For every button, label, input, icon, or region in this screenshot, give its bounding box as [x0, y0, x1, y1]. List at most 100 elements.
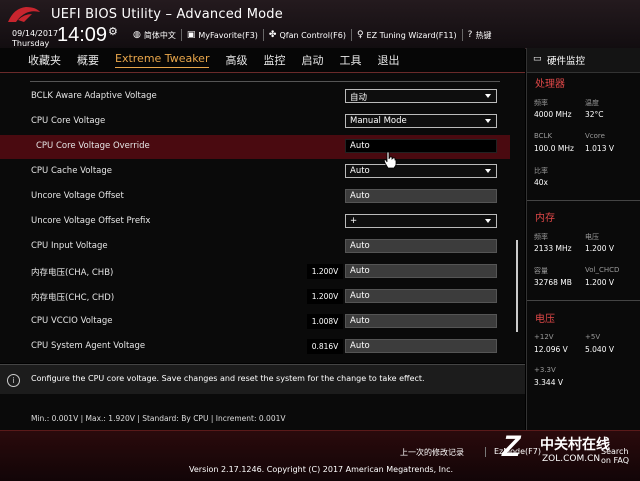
- mem-capacity-value: 32768 MB: [534, 278, 572, 287]
- mem-freq-value: 2133 MHz: [534, 244, 572, 253]
- qfan-label: Qfan Control(F6): [279, 30, 346, 40]
- setting-row[interactable]: Uncore Voltage Offset Auto: [0, 185, 510, 209]
- tab-favorites[interactable]: 收藏夹: [28, 52, 61, 68]
- settings-panel: BCLK Aware Adaptive Voltage 自动 CPU Core …: [0, 73, 525, 363]
- setting-row[interactable]: CPU Core Voltage Manual Mode: [0, 110, 510, 134]
- setting-label: CPU VCCIO Voltage: [31, 316, 113, 326]
- setting-row[interactable]: CPU System Agent Voltage 0.816V Auto: [0, 335, 510, 359]
- setting-input[interactable]: Auto: [345, 314, 497, 328]
- setting-input[interactable]: Auto: [345, 239, 497, 253]
- clock[interactable]: 14:09: [57, 24, 107, 47]
- setting-label: Uncore Voltage Offset Prefix: [31, 216, 151, 226]
- setting-label: 内存电压(CHA, CHB): [31, 268, 114, 278]
- help-icon: ?: [467, 30, 473, 40]
- current-voltage: 1.200V: [307, 264, 343, 279]
- mem-volt-label: 电压: [585, 233, 599, 241]
- setting-label: CPU System Agent Voltage: [31, 341, 146, 351]
- tab-exit[interactable]: 退出: [377, 52, 399, 68]
- memory-heading: 内存: [535, 213, 555, 224]
- vcore-label: Vcore: [585, 132, 605, 140]
- v12-value: 12.096 V: [534, 345, 568, 354]
- setting-input[interactable]: Auto: [345, 264, 497, 278]
- v5-value: 5.040 V: [585, 345, 614, 354]
- tab-advanced[interactable]: 高级: [225, 52, 247, 68]
- v33-value: 3.344 V: [534, 378, 563, 387]
- top-bar: UEFI BIOS Utility – Advanced Mode 09/14/…: [0, 0, 640, 49]
- limits-text: Min.: 0.001V | Max.: 1.920V | Standard: …: [31, 414, 286, 423]
- cpu-temp-label: 温度: [585, 99, 599, 107]
- setting-input[interactable]: Auto: [345, 139, 497, 153]
- setting-row[interactable]: Uncore Voltage Offset Prefix +: [0, 210, 510, 234]
- tab-main[interactable]: 概要: [77, 52, 99, 68]
- date-text: 09/14/2017: [12, 29, 59, 38]
- tab-extreme-tweaker[interactable]: Extreme Tweaker: [115, 52, 210, 68]
- tab-boot[interactable]: 启动: [301, 52, 323, 68]
- main-menu: 收藏夹 概要 Extreme Tweaker 高级 监控 启动 工具 退出: [0, 48, 525, 73]
- divider: [30, 81, 500, 82]
- setting-row[interactable]: BCLK Aware Adaptive Voltage 自动: [0, 85, 510, 109]
- setting-select[interactable]: Auto: [345, 164, 497, 178]
- current-voltage: 0.816V: [307, 339, 343, 354]
- language-button[interactable]: ◍ 简体中文: [128, 29, 181, 41]
- date-display: 09/14/2017 Thursday: [12, 29, 58, 49]
- version-text: Version 2.17.1246. Copyright (C) 2017 Am…: [189, 465, 454, 474]
- info-icon: i: [7, 374, 20, 387]
- hand-cursor-icon: [383, 151, 397, 169]
- myfavorite-button[interactable]: ▣ MyFavorite(F3): [180, 29, 263, 41]
- setting-label: BCLK Aware Adaptive Voltage: [31, 91, 157, 101]
- setting-label: CPU Input Voltage: [31, 241, 108, 251]
- monitor-header: ▭ 硬件监控: [527, 48, 640, 73]
- divider: [527, 200, 640, 201]
- last-modified-button[interactable]: 上一次的修改记录: [400, 447, 464, 458]
- mem-freq-label: 频率: [534, 233, 548, 241]
- v5-label: +5V: [585, 333, 601, 341]
- watermark-brand: 中关村在线: [540, 437, 610, 453]
- zol-logo-icon: Z: [502, 430, 521, 463]
- bclk-label: BCLK: [534, 132, 553, 140]
- tab-tool[interactable]: 工具: [339, 52, 361, 68]
- hotkeys-button[interactable]: ? 热键: [461, 29, 497, 41]
- setting-input[interactable]: Auto: [345, 339, 497, 353]
- cpu-heading: 处理器: [535, 79, 565, 90]
- monitor-icon: ▭: [533, 54, 542, 64]
- setting-row[interactable]: CPU VCCIO Voltage 1.008V Auto: [0, 310, 510, 334]
- voltage-heading: 电压: [535, 314, 555, 325]
- vcore-value: 1.013 V: [585, 144, 614, 153]
- setting-row[interactable]: 内存电压(CHC, CHD) 1.200V Auto: [0, 285, 510, 309]
- setting-input[interactable]: Auto: [345, 189, 497, 203]
- ratio-value: 40x: [534, 178, 548, 187]
- cpu-freq-label: 频率: [534, 99, 548, 107]
- favorite-icon: ▣: [186, 30, 196, 40]
- divider: [527, 300, 640, 301]
- help-text: Configure the CPU core voltage. Save cha…: [31, 374, 425, 383]
- hotkeys-label: 热键: [475, 30, 492, 40]
- ez-tuning-button[interactable]: ♀ EZ Tuning Wizard(F11): [350, 29, 462, 41]
- divider: [485, 447, 486, 457]
- language-label: 简体中文: [143, 30, 176, 40]
- v33-label: +3.3V: [534, 366, 556, 374]
- fan-icon: ✤: [268, 30, 277, 40]
- cpu-freq-value: 4000 MHz: [534, 110, 572, 119]
- setting-label: CPU Cache Voltage: [31, 166, 113, 176]
- vol-chcd-label: Vol_CHCD: [585, 266, 620, 274]
- setting-row[interactable]: 内存电压(CHA, CHB) 1.200V Auto: [0, 260, 510, 284]
- gear-icon[interactable]: ⚙: [108, 25, 118, 38]
- tab-monitor[interactable]: 监控: [263, 52, 285, 68]
- bulb-icon: ♀: [356, 30, 364, 40]
- app-title: UEFI BIOS Utility – Advanced Mode: [51, 7, 283, 22]
- setting-row[interactable]: CPU Cache Voltage Auto: [0, 160, 510, 184]
- qfan-button[interactable]: ✤ Qfan Control(F6): [262, 29, 351, 41]
- vol-chcd-value: 1.200 V: [585, 278, 614, 287]
- setting-input[interactable]: Auto: [345, 289, 497, 303]
- setting-select[interactable]: 自动: [345, 89, 497, 103]
- mem-capacity-label: 容量: [534, 267, 548, 275]
- setting-select[interactable]: +: [345, 214, 497, 228]
- hardware-monitor: ▭ 硬件监控 处理器 频率 4000 MHz 温度 32°C BCLK 100.…: [526, 48, 640, 430]
- setting-label: CPU Core Voltage: [31, 116, 106, 126]
- setting-row-selected[interactable]: CPU Core Voltage Override Auto: [0, 135, 510, 159]
- setting-select[interactable]: Manual Mode: [345, 114, 497, 128]
- myfavorite-label: MyFavorite(F3): [198, 30, 258, 40]
- scrollbar[interactable]: [516, 240, 518, 332]
- setting-label: CPU Core Voltage Override: [36, 141, 150, 151]
- setting-row[interactable]: CPU Input Voltage Auto: [0, 235, 510, 259]
